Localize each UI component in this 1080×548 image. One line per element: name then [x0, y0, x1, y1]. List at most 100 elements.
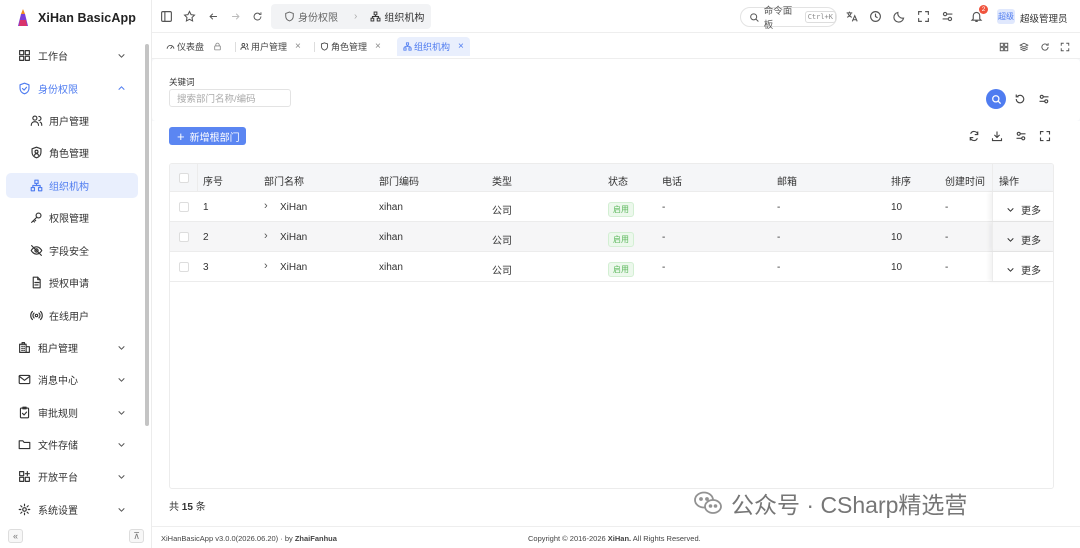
- sidebar-item-label: 审批规则: [38, 409, 78, 420]
- expand-chevron-icon[interactable]: ›: [264, 200, 268, 212]
- breadcrumb-item-identity[interactable]: 身份权限: [298, 9, 338, 24]
- column-divider: [197, 164, 198, 192]
- sidebar-item-org-tree[interactable]: 组织机构: [6, 173, 138, 198]
- version-text: XiHanBasicApp v3.0.0(2026.06.20) · by: [161, 534, 293, 543]
- sidebar-item-mail[interactable]: 消息中心: [6, 367, 138, 392]
- users-icon: [30, 114, 43, 127]
- tab-org[interactable]: 组织机构 ×: [397, 37, 470, 56]
- sidebar-item-shield[interactable]: 身份权限: [6, 76, 138, 101]
- forward-icon[interactable]: [230, 10, 241, 23]
- expand-chevron-icon[interactable]: ›: [264, 260, 268, 272]
- pin-sidebar-button[interactable]: ⊼: [129, 529, 144, 543]
- sidebar-scrollbar[interactable]: [145, 44, 149, 426]
- refresh-icon[interactable]: [252, 10, 263, 23]
- row-checkbox[interactable]: [179, 262, 189, 272]
- tab-users[interactable]: 用户管理 ×: [240, 37, 301, 56]
- document-icon: [30, 276, 43, 289]
- footer-version: XiHanBasicApp v3.0.0(2026.06.20) · by Zh…: [161, 534, 337, 543]
- breadcrumb-item-org[interactable]: 组织机构: [384, 9, 424, 24]
- column-header-name[interactable]: 部门名称: [264, 173, 304, 188]
- refresh-tab-icon[interactable]: [1040, 42, 1050, 52]
- eye-off-icon: [30, 244, 43, 257]
- table-fullscreen-icon[interactable]: [1039, 130, 1051, 142]
- fullscreen-icon[interactable]: [917, 10, 930, 23]
- select-all-checkbox[interactable]: [179, 173, 189, 183]
- sidebar-item-grid[interactable]: 工作台: [6, 43, 138, 68]
- cell-created: -: [945, 262, 949, 273]
- sidebar-toggle-icon[interactable]: [160, 10, 173, 23]
- layers-icon[interactable]: [1019, 42, 1029, 52]
- sidebar-item-broadcast[interactable]: 在线用户: [6, 303, 138, 328]
- search-button[interactable]: [986, 89, 1006, 109]
- user-name[interactable]: 超级管理员: [1020, 11, 1068, 25]
- action-cell: 更多: [992, 252, 1053, 281]
- close-icon[interactable]: ×: [295, 41, 301, 52]
- translate-icon[interactable]: [845, 10, 858, 23]
- sidebar-item-building[interactable]: 租户管理: [6, 335, 138, 360]
- column-header-phone[interactable]: 电话: [662, 173, 682, 188]
- cell-phone: -: [662, 262, 666, 273]
- sidebar-item-folder[interactable]: 文件存储: [6, 432, 138, 457]
- dashboard-icon: [166, 42, 175, 51]
- more-actions-button[interactable]: 更多: [1006, 202, 1041, 217]
- app-logo[interactable]: XiHan BasicApp: [16, 8, 136, 28]
- expand-chevron-icon[interactable]: ›: [264, 230, 268, 242]
- table-row[interactable]: › 3 XiHan xihan 公司 启用 - - 10 - 更多: [170, 252, 1053, 282]
- sidebar-item-gear[interactable]: 系统设置: [6, 497, 138, 522]
- column-header-type[interactable]: 类型: [492, 173, 512, 188]
- close-icon[interactable]: ×: [458, 41, 464, 52]
- table-row[interactable]: › 2 XiHan xihan 公司 启用 - - 10 - 更多: [170, 222, 1053, 252]
- more-actions-button[interactable]: 更多: [1006, 262, 1041, 277]
- sidebar-item-key[interactable]: 权限管理: [6, 205, 138, 230]
- keyword-label: 关键词: [169, 77, 195, 87]
- copyright-text: Copyright © 2016-2026: [528, 534, 606, 543]
- sidebar-item-apps[interactable]: 开放平台: [6, 464, 138, 489]
- sidebar-item-clipboard-check[interactable]: 审批规则: [6, 400, 138, 425]
- column-header-index[interactable]: 序号: [203, 173, 223, 188]
- tab-dashboard[interactable]: 仪表盘: [166, 37, 224, 56]
- sidebar-item-eye-off[interactable]: 字段安全: [6, 238, 138, 263]
- table-row[interactable]: › 1 XiHan xihan 公司 启用 - - 10 - 更多: [170, 192, 1053, 222]
- download-icon[interactable]: [991, 130, 1003, 142]
- maximize-icon[interactable]: [1060, 42, 1070, 52]
- sidebar-item-role-shield[interactable]: 角色管理: [6, 140, 138, 165]
- sidebar-item-label: 消息中心: [38, 376, 78, 387]
- sidebar-item-label: 身份权限: [38, 85, 78, 96]
- breadcrumb: 身份权限 › 组织机构: [271, 4, 431, 29]
- reload-table-icon[interactable]: [968, 130, 980, 142]
- moon-icon[interactable]: [893, 10, 906, 23]
- cell-email: -: [777, 232, 781, 243]
- reset-icon[interactable]: [1014, 93, 1026, 105]
- column-header-email[interactable]: 邮箱: [777, 173, 797, 188]
- column-header-created[interactable]: 创建时间: [945, 173, 985, 188]
- sidebar-item-document[interactable]: 授权申请: [6, 270, 138, 295]
- column-header-code[interactable]: 部门编码: [379, 173, 419, 188]
- avatar[interactable]: 超级: [997, 9, 1015, 24]
- layout-grid-icon[interactable]: [999, 42, 1009, 52]
- column-settings-icon[interactable]: [1015, 130, 1027, 142]
- row-checkbox[interactable]: [179, 202, 189, 212]
- apps-icon: [18, 470, 31, 483]
- back-icon[interactable]: [208, 10, 219, 23]
- sidebar-item-users[interactable]: 用户管理: [6, 108, 138, 133]
- more-actions-button[interactable]: 更多: [1006, 232, 1041, 247]
- star-icon[interactable]: [183, 10, 196, 23]
- column-header-status[interactable]: 状态: [608, 173, 628, 188]
- sidebar-item-label: 工作台: [38, 52, 68, 63]
- collapse-sidebar-button[interactable]: «: [8, 529, 23, 543]
- filter-settings-icon[interactable]: [1038, 93, 1050, 105]
- column-header-sort[interactable]: 排序: [891, 173, 911, 188]
- keyword-input[interactable]: 搜索部门名称/编码: [169, 89, 291, 107]
- tab-roles[interactable]: 角色管理 ×: [320, 37, 381, 56]
- add-root-department-button[interactable]: + 新增根部门: [169, 127, 246, 145]
- close-icon[interactable]: ×: [375, 41, 381, 52]
- command-palette-button[interactable]: 命令面板 Ctrl+K: [740, 6, 837, 31]
- row-checkbox[interactable]: [179, 232, 189, 242]
- app-name: XiHan BasicApp: [38, 11, 136, 25]
- clock-icon[interactable]: [869, 10, 882, 23]
- preferences-icon[interactable]: [941, 10, 954, 23]
- author-name[interactable]: ZhaiFanhua: [295, 534, 337, 543]
- org-tree-icon: [370, 11, 381, 22]
- cell-code: xihan: [379, 232, 403, 243]
- copyright-owner[interactable]: XiHan.: [608, 534, 631, 543]
